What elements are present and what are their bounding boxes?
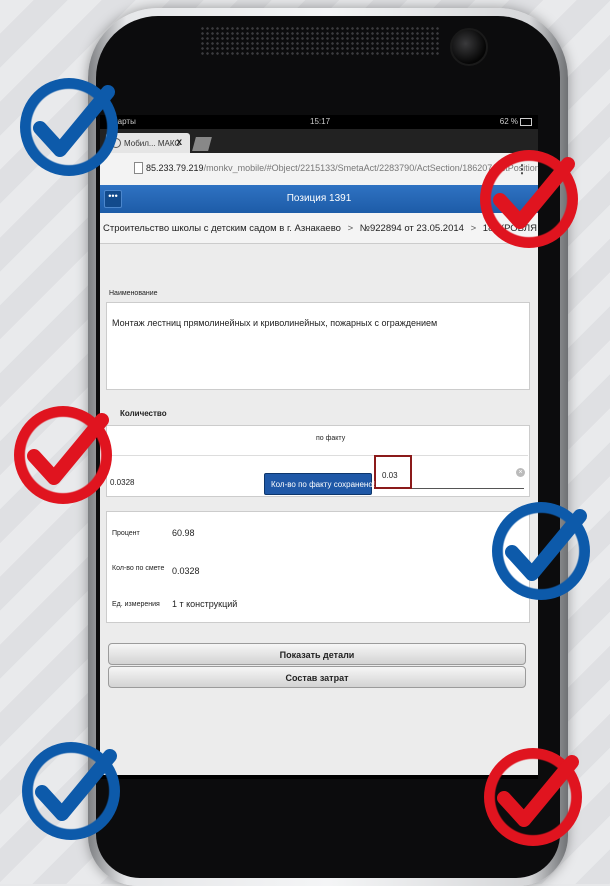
quantity-value: 0.0328 — [110, 478, 135, 487]
tab-close-icon[interactable]: x — [176, 137, 182, 148]
estimate-value: 0.0328 — [172, 566, 200, 576]
show-details-label: Показать детали — [279, 650, 355, 660]
blue-check-stamp-icon — [22, 742, 120, 840]
tab-label: Мобил... МАКС — [124, 139, 181, 148]
divider — [106, 455, 528, 456]
phone-screen: карты 15:17 62 % Мобил... МАКС x 85.233.… — [100, 115, 538, 779]
breadcrumb-separator: > — [470, 223, 477, 234]
android-nav-bar: < — [100, 775, 538, 779]
percent-value: 60.98 — [172, 528, 195, 538]
cost-composition-button[interactable]: Состав затрат — [108, 666, 526, 688]
unit-value: 1 т конструкций — [172, 599, 238, 609]
quantity-label: Количество — [120, 409, 167, 418]
red-check-stamp-icon — [484, 748, 582, 846]
fact-input-underline — [412, 488, 524, 489]
cost-composition-label: Состав затрат — [285, 673, 349, 683]
new-tab-button[interactable] — [192, 137, 212, 151]
camera-icon — [450, 28, 488, 66]
breadcrumb-item-act[interactable]: №922894 от 23.05.2014 — [360, 223, 464, 234]
page-title: Позиция 1391 — [286, 193, 352, 204]
status-bar: карты 15:17 62 % — [100, 115, 538, 129]
fact-quantity-value: 0.03 — [382, 471, 398, 480]
battery-percent: 62 % — [499, 117, 518, 126]
blue-check-stamp-icon — [492, 502, 590, 600]
breadcrumb: Строительство школы с детским садом в г.… — [100, 213, 538, 244]
fact-label: по факту — [316, 435, 346, 442]
name-label: Наименование — [109, 290, 158, 297]
page-icon — [134, 162, 143, 174]
red-check-stamp-icon — [14, 406, 112, 504]
status-time: 15:17 — [310, 117, 331, 126]
fact-quantity-input[interactable]: 0.03 — [374, 455, 412, 489]
url-host: 85.233.79.219 — [146, 163, 204, 173]
blue-check-stamp-icon — [20, 78, 118, 176]
name-value: Монтаж лестниц прямолинейных и криволине… — [112, 318, 438, 328]
clear-icon[interactable]: × — [516, 468, 525, 477]
battery-icon — [520, 117, 532, 126]
speaker-grille — [200, 26, 440, 56]
unit-label: Ед. измерения — [112, 601, 160, 608]
browser-tab[interactable]: Мобил... МАКС x — [106, 133, 190, 153]
battery-indicator: 62 % — [500, 117, 532, 126]
percent-label: Процент — [112, 530, 140, 537]
saved-toast: Кол-во по факту сохранено! — [264, 473, 376, 495]
estimate-label: Кол-во по смете — [112, 565, 165, 572]
show-details-button[interactable]: Показать детали — [108, 643, 526, 665]
toast-text: Кол-во по факту сохранено! — [271, 480, 376, 489]
breadcrumb-separator: > — [347, 223, 354, 234]
app-header: ••• Позиция 1391 — [100, 185, 538, 213]
name-field: Монтаж лестниц прямолинейных и криволине… — [106, 302, 530, 390]
info-panel — [106, 511, 530, 623]
red-check-stamp-icon — [480, 150, 578, 248]
browser-tab-bar: Мобил... МАКС x — [100, 129, 538, 153]
breadcrumb-item-object[interactable]: Строительство школы с детским садом в г.… — [103, 223, 341, 234]
address-bar[interactable]: 85.233.79.219/monkv_mobile/#Object/22151… — [100, 153, 538, 186]
